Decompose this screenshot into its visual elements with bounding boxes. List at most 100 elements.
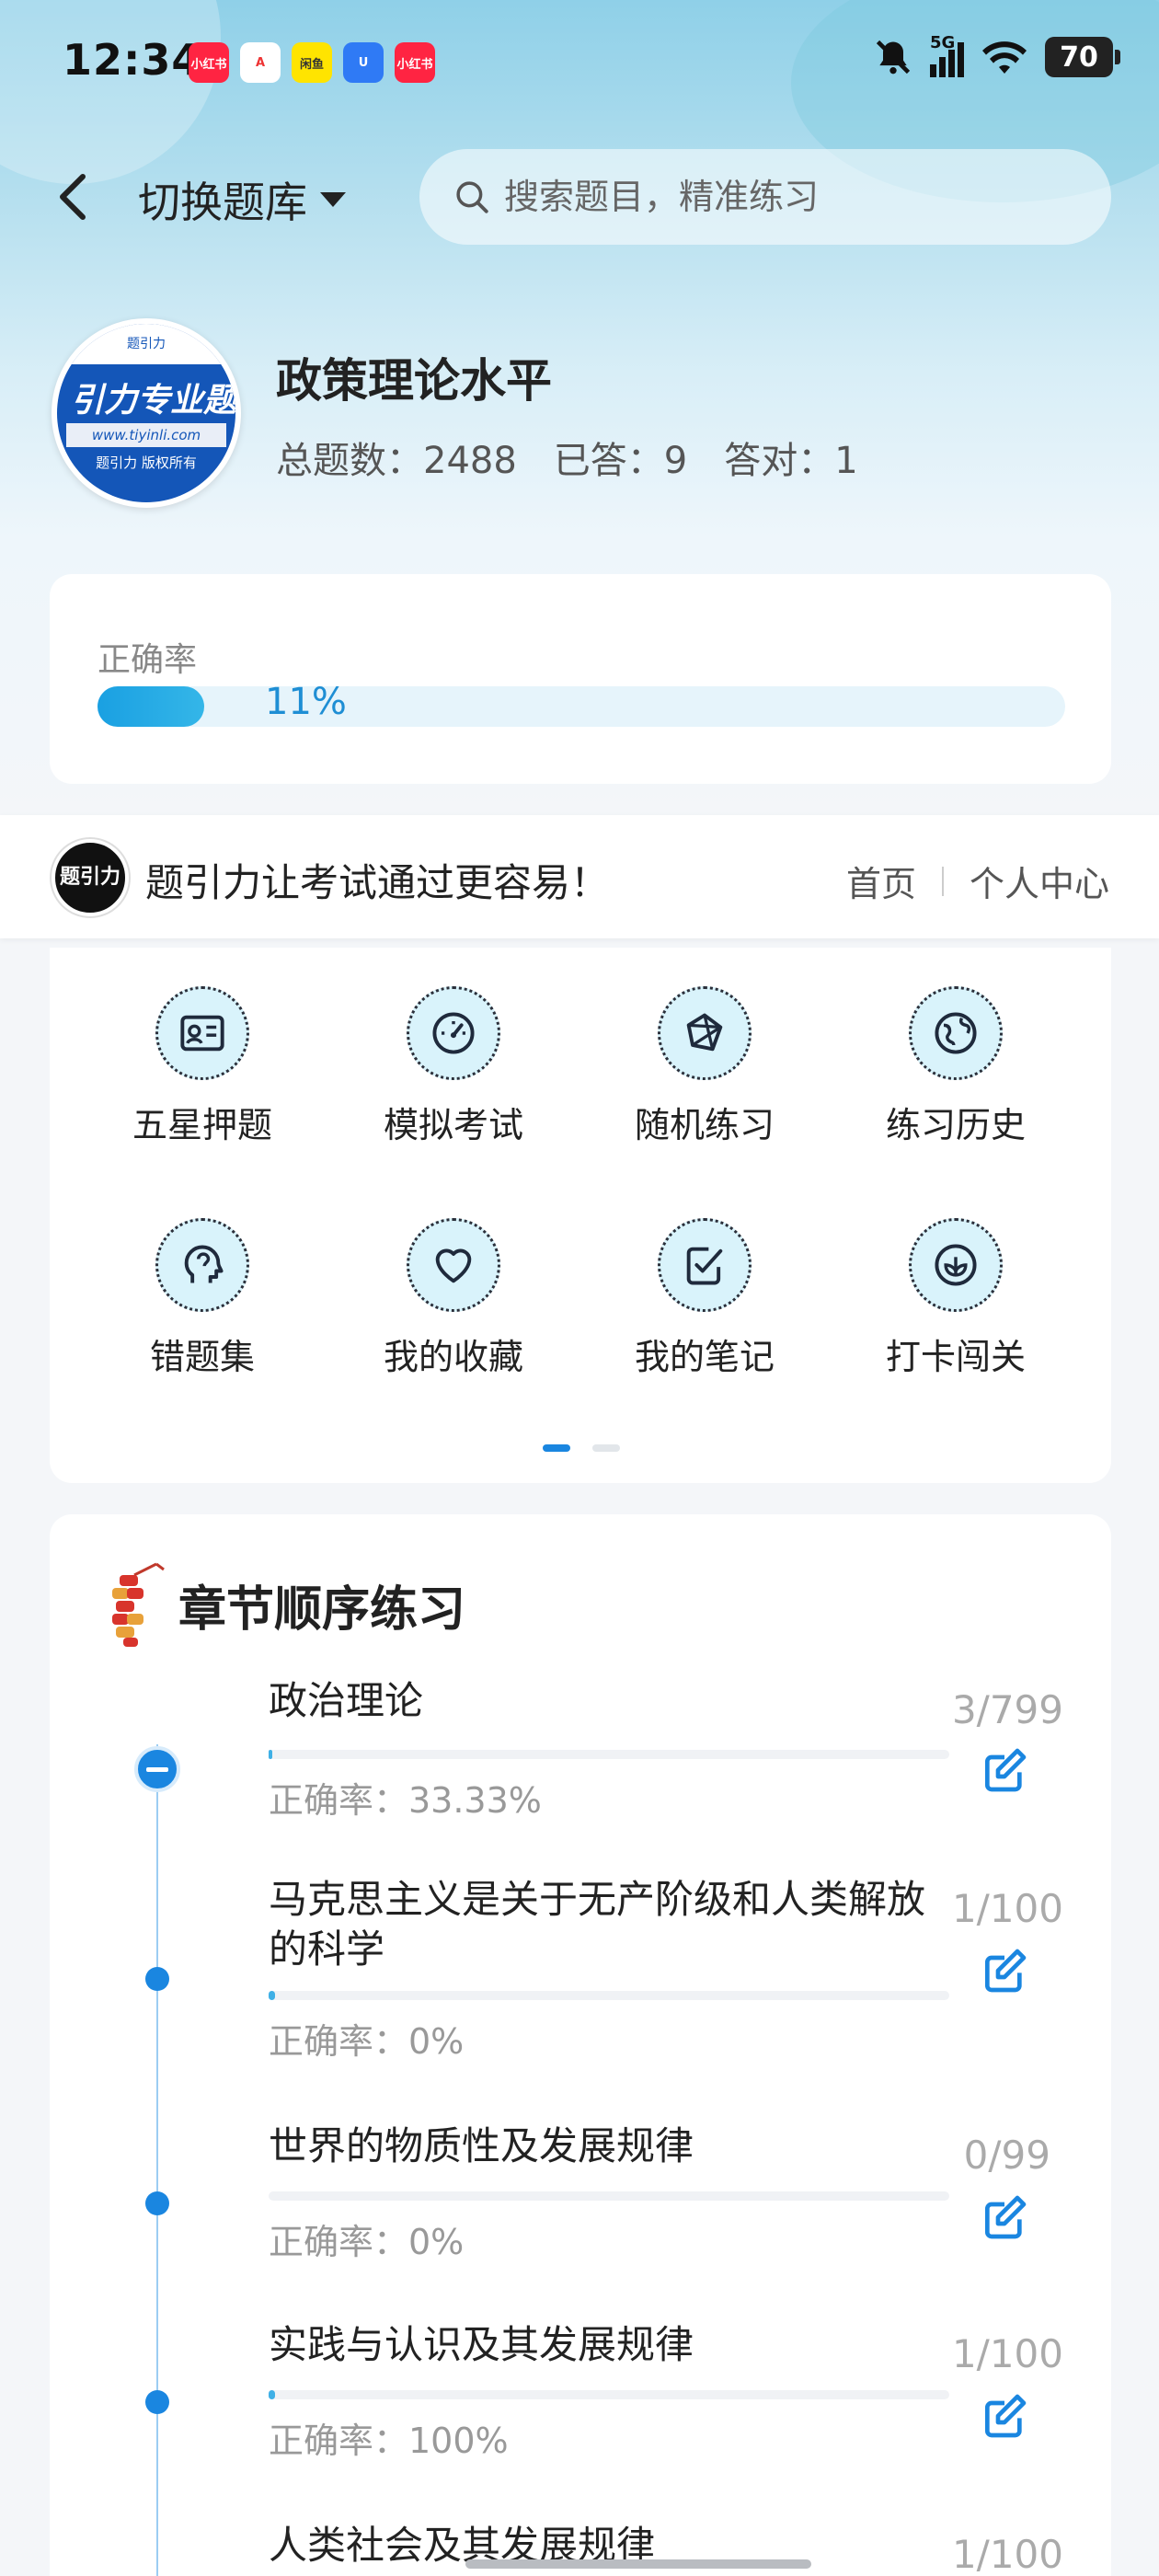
- accuracy-progress-fill: [98, 686, 204, 727]
- bank-title: 政策理论水平: [276, 354, 552, 408]
- globe-icon: [909, 986, 1003, 1080]
- chapter-progress-bar: [269, 1750, 949, 1759]
- edit-icon[interactable]: [979, 2390, 1030, 2442]
- logo-main-text: 引力专业题: [70, 382, 236, 420]
- function-five-star[interactable]: 五星押题: [110, 986, 294, 1147]
- bank-stats: 总题数：2488 已答：9 答对：1: [276, 431, 858, 484]
- chapter-practice-card: 章节顺序练习 政治理论 正确率：33.33% 3/799 马克思主义是关于无产阶…: [50, 1514, 1111, 2576]
- collapse-dot-icon[interactable]: [134, 1746, 180, 1792]
- function-label: 我的收藏: [383, 1337, 523, 1377]
- edit-icon[interactable]: [979, 2191, 1030, 2243]
- chapter-progress-bar: [269, 2390, 949, 2399]
- chevron-left-icon: [60, 174, 86, 220]
- brand-nav: 首页 个人中心: [846, 856, 1109, 906]
- notification-icons: 小红书 A 闲鱼 U 小红书: [189, 42, 435, 83]
- chapter-count: 0/99: [963, 2133, 1050, 2178]
- accuracy-card: 正确率 11%: [50, 574, 1111, 784]
- status-time: 12:34: [63, 35, 202, 85]
- timeline-dot: [145, 1967, 169, 1991]
- search-input[interactable]: [504, 177, 1056, 217]
- edit-icon[interactable]: [979, 1945, 1030, 1996]
- chapter-count: 1/100: [951, 2331, 1063, 2376]
- function-checkin[interactable]: 打卡闯关: [864, 1218, 1048, 1379]
- function-label: 练习历史: [885, 1105, 1026, 1145]
- back-button[interactable]: [52, 169, 96, 224]
- chapter-progress-fill: [269, 1750, 273, 1759]
- function-history[interactable]: 练习历史: [864, 986, 1048, 1147]
- function-label: 我的笔记: [634, 1337, 775, 1377]
- heart-icon: [407, 1218, 500, 1312]
- edit-icon[interactable]: [979, 1744, 1030, 1796]
- function-label: 随机练习: [634, 1105, 775, 1145]
- xiaohongshu-icon: 小红书: [189, 42, 229, 83]
- chapter-section-title: 章节顺序练习: [178, 1581, 466, 1638]
- home-indicator: [465, 2559, 811, 2569]
- chapter-accuracy: 正确率：0%: [269, 2021, 465, 2062]
- function-label: 模拟考试: [383, 1105, 523, 1145]
- function-grid: 五星押题 模拟考试 随机练习 练习历史 错题集 我的收藏 我的笔记 打卡闯关: [50, 948, 1111, 1483]
- system-icons: 5G 70: [873, 33, 1120, 77]
- network-icon: [658, 986, 752, 1080]
- nav-home-link[interactable]: 首页: [846, 856, 916, 906]
- accuracy-label: 正确率: [98, 641, 198, 679]
- chapter-accuracy: 正确率：33.33%: [269, 1780, 542, 1821]
- switch-bank-label: 切换题库: [138, 178, 307, 227]
- brand-logo: 题引力: [52, 839, 129, 916]
- xiaohongshu-icon: 小红书: [395, 42, 435, 83]
- function-wrong-questions[interactable]: 错题集: [110, 1218, 294, 1379]
- app-u-icon: U: [343, 42, 384, 83]
- chapter-count: 3/799: [951, 1687, 1063, 1732]
- grid-pager: [543, 1444, 620, 1452]
- function-notes[interactable]: 我的笔记: [613, 1218, 797, 1379]
- caret-down-icon: [320, 192, 346, 207]
- chapter-name: 马克思主义是关于无产阶级和人类解放的科学: [269, 1877, 926, 1972]
- leaf-icon: [909, 1218, 1003, 1312]
- search-icon: [456, 181, 488, 213]
- nav-divider: [941, 866, 944, 896]
- chapter-progress-bar: [269, 1991, 949, 2000]
- xianyu-icon: 闲鱼: [292, 42, 332, 83]
- timeline-dot: [145, 2390, 169, 2414]
- pager-dot[interactable]: [592, 1444, 620, 1452]
- chapter-name: 世界的物质性及发展规律: [269, 2123, 694, 2168]
- chapter-count: 1/100: [951, 1886, 1063, 1931]
- accuracy-progress-bar: [98, 686, 1065, 727]
- timeline-dot: [145, 2191, 169, 2215]
- chapter-name: 实践与认识及其发展规律: [269, 2322, 694, 2367]
- switch-bank-button[interactable]: 切换题库: [138, 169, 348, 230]
- search-bar[interactable]: [419, 149, 1111, 245]
- function-mock-exam[interactable]: 模拟考试: [361, 986, 545, 1147]
- id-card-icon: [155, 986, 249, 1080]
- status-bar: 12:34 小红书 A 闲鱼 U 小红书 5G 70: [0, 0, 1159, 129]
- pager-dot-active[interactable]: [543, 1444, 570, 1452]
- answered-count: 已答：9: [553, 440, 688, 482]
- chapter-count: 1/100: [951, 2532, 1063, 2576]
- bank-logo: 题引力 引力专业题 www.tiyinli.com 题引力 版权所有: [52, 318, 241, 508]
- function-label: 错题集: [149, 1337, 255, 1377]
- chapter-header: 章节顺序练习: [101, 1560, 465, 1649]
- nav-profile-link[interactable]: 个人中心: [970, 856, 1109, 906]
- logo-copyright: 题引力 版权所有: [96, 454, 197, 471]
- timeline-line: [156, 1744, 158, 2576]
- brand-bar: 题引力 题引力让考试通过更容易！ 首页 个人中心: [0, 815, 1159, 938]
- chapter-progress-bar: [269, 2191, 949, 2201]
- logo-top-text: 题引力: [57, 324, 235, 364]
- signal-5g-icon: 5G: [930, 33, 964, 77]
- function-favorites[interactable]: 我的收藏: [361, 1218, 545, 1379]
- head-icon: [155, 1218, 249, 1312]
- battery-icon: 70: [1045, 37, 1120, 77]
- total-count: 总题数：2488: [276, 440, 517, 482]
- app-a-icon: A: [240, 42, 281, 83]
- logo-url: www.tiyinli.com: [66, 423, 226, 447]
- chapter-name: 政治理论: [269, 1678, 424, 1723]
- function-label: 打卡闯关: [885, 1337, 1026, 1377]
- firecracker-icon: [112, 1562, 165, 1647]
- accuracy-value: 11%: [265, 681, 347, 723]
- function-random-practice[interactable]: 随机练习: [613, 986, 797, 1147]
- chapter-accuracy: 正确率：100%: [269, 2421, 509, 2461]
- brand-slogan: 题引力让考试通过更容易！: [145, 860, 610, 905]
- chapter-accuracy: 正确率：0%: [269, 2222, 465, 2262]
- checkbox-icon: [658, 1218, 752, 1312]
- speedometer-icon: [407, 986, 500, 1080]
- correct-count: 答对：1: [724, 440, 858, 482]
